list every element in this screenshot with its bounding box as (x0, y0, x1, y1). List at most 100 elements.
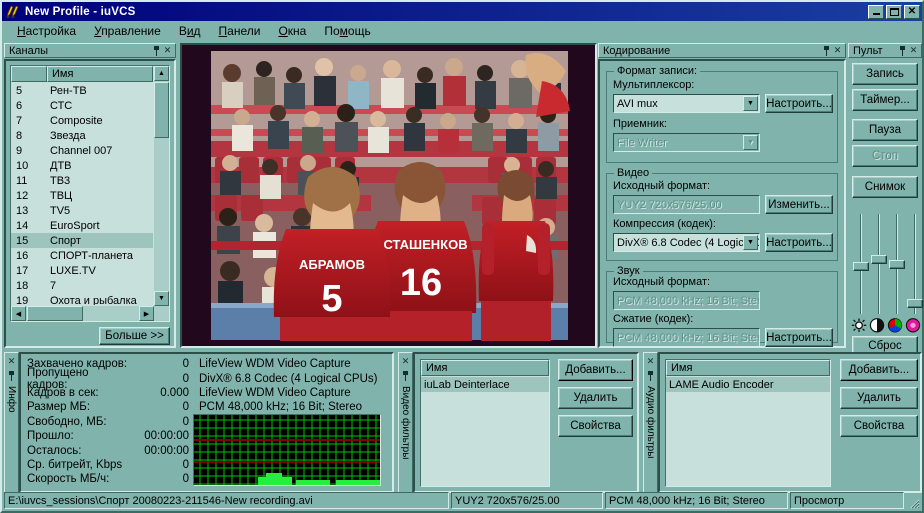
audio-filter-remove-button[interactable]: Удалить (840, 387, 918, 409)
pin-icon[interactable] (6, 370, 17, 381)
scroll-left-icon[interactable]: ◀ (11, 306, 26, 321)
sink-combo: File Writer ▼ (613, 133, 760, 152)
table-row[interactable]: 19 Охота и рыбалка (11, 293, 153, 306)
video-codec-label: Компрессия (кодек): (613, 218, 716, 230)
close-icon[interactable]: ✕ (832, 45, 843, 56)
stat-extra: PCM 48,000 kHz; 16 Bit; Stereo (199, 401, 362, 414)
menu-pomosch[interactable]: Помощь (315, 22, 379, 40)
close-icon[interactable]: ✕ (6, 356, 17, 367)
video-filters-list[interactable]: Имя iuLab Deinterlace (420, 359, 550, 487)
more-button[interactable]: Больше >> (99, 327, 170, 345)
scroll-down-icon[interactable]: ▼ (154, 291, 169, 306)
list-item[interactable]: LAME Audio Encoder (666, 377, 830, 392)
table-row[interactable]: 10 ДТВ (11, 158, 153, 173)
menu-okna[interactable]: Окна (269, 22, 315, 40)
column-name[interactable]: Имя (47, 66, 153, 82)
table-row[interactable]: 13 TV5 (11, 203, 153, 218)
pause-button[interactable]: Пауза (852, 119, 918, 141)
encoding-panel-title: Кодирование (603, 44, 671, 57)
table-row[interactable]: 8 Звезда (11, 128, 153, 143)
close-button[interactable]: ✕ (904, 4, 920, 19)
channels-scroll-thumb[interactable] (154, 82, 169, 138)
info-panel: Захвачено кадров: 0 LifeView WDM Video Cap… (19, 352, 394, 493)
channels-hscrollbar[interactable]: ◀ ▶ (11, 306, 169, 321)
audio-codec-setup-button[interactable]: Настроить... (765, 328, 833, 347)
list-item[interactable]: iuLab Deinterlace (421, 377, 549, 392)
pin-icon[interactable] (821, 45, 832, 56)
chevron-down-icon[interactable]: ▼ (743, 96, 758, 111)
snapshot-button[interactable]: Снимок (852, 176, 918, 198)
info-panel-tab[interactable]: ✕ Инфо (4, 352, 19, 493)
table-row[interactable]: 9 Channel 007 (11, 143, 153, 158)
channels-list[interactable]: Имя 5 Рен-ТВ 6 СТС 7 Composite 8 Звезда 9 Channel… (10, 65, 170, 322)
slider-thumb[interactable] (871, 255, 887, 264)
table-row[interactable]: 6 СТС (11, 98, 153, 113)
pin-icon[interactable] (151, 45, 162, 56)
close-icon[interactable]: ✕ (645, 356, 656, 367)
stat-row: Размер МБ: 0 PCM 48,000 kHz; 16 Bit; Stere… (27, 400, 389, 414)
menu-upravlenie[interactable]: Управление (85, 22, 170, 40)
contrast-slider[interactable] (871, 214, 887, 314)
slider-thumb[interactable] (907, 299, 923, 308)
audio-filter-add-button[interactable]: Добавить... (840, 359, 918, 381)
channel-name: ТВ3 (50, 174, 71, 187)
menu-paneli[interactable]: Панели (210, 22, 270, 40)
table-row[interactable]: 17 LUXE.TV (11, 263, 153, 278)
brightness-slider[interactable] (853, 214, 869, 314)
table-row[interactable]: 7 Composite (11, 113, 153, 128)
table-row[interactable]: 15 Спорт (11, 233, 153, 248)
slider-thumb[interactable] (889, 260, 905, 269)
slider-thumb[interactable] (853, 262, 869, 271)
live-video-preview[interactable]: АСТАШЕНКОВ 16 АБРАМОВ 5 (180, 43, 597, 348)
column-name[interactable]: Имя (666, 360, 830, 376)
table-row[interactable]: 18 7 (11, 278, 153, 293)
table-row[interactable]: 12 ТВЦ (11, 188, 153, 203)
table-row[interactable]: 11 ТВ3 (11, 173, 153, 188)
table-row[interactable]: 16 СПОРТ-планета (11, 248, 153, 263)
video-codec-combo[interactable]: DivX® 6.8 Codec (4 Logical CPUs) ▼ (613, 233, 760, 252)
resize-grip[interactable] (906, 492, 920, 509)
stat-row: Кадров в сек: 0.000 LifeView WDM Video Cap… (27, 386, 389, 400)
list-item-label: LAME Audio Encoder (669, 378, 774, 391)
video-filter-remove-button[interactable]: Удалить (558, 387, 633, 409)
status-mode: Просмотр (790, 492, 904, 509)
video-filter-props-button[interactable]: Свойства (558, 415, 633, 437)
pin-icon[interactable] (400, 370, 411, 381)
menu-bar: Настройка Управление Вид Панели Окна Пом… (2, 21, 922, 41)
audio-filters-panel-tab[interactable]: ✕ Аудио фильтры (643, 352, 658, 493)
video-filters-panel-tab[interactable]: ✕ Видео фильтры (398, 352, 413, 493)
channels-hscroll-thumb[interactable] (27, 306, 83, 321)
close-icon[interactable]: ✕ (162, 45, 173, 56)
channels-vscrollbar[interactable]: ▲ ▼ (154, 66, 169, 306)
video-change-button[interactable]: Изменить... (765, 195, 833, 214)
chevron-down-icon[interactable]: ▼ (743, 235, 758, 250)
close-icon[interactable]: ✕ (908, 45, 919, 56)
column-number[interactable] (11, 66, 47, 82)
audio-filter-props-button[interactable]: Свойства (840, 415, 918, 437)
maximize-button[interactable] (886, 4, 902, 19)
minimize-button[interactable] (868, 4, 884, 19)
video-codec-setup-button[interactable]: Настроить... (765, 233, 833, 252)
video-filter-add-button[interactable]: Добавить... (558, 359, 633, 381)
menu-nastroyka[interactable]: Настройка (8, 22, 85, 40)
close-icon[interactable]: ✕ (400, 356, 411, 367)
multiplexer-combo[interactable]: AVI mux ▼ (613, 94, 760, 113)
multiplexer-setup-button[interactable]: Настроить... (765, 94, 833, 113)
audio-filters-list[interactable]: Имя LAME Audio Encoder (665, 359, 831, 487)
pin-icon[interactable] (897, 45, 908, 56)
channel-number: 17 (16, 264, 29, 277)
channel-number: 13 (16, 204, 29, 217)
column-name[interactable]: Имя (421, 360, 549, 376)
hue-slider[interactable] (889, 214, 905, 314)
pin-icon[interactable] (645, 370, 656, 381)
menu-vid[interactable]: Вид (170, 22, 210, 40)
svg-text:АСТАШЕНКОВ: АСТАШЕНКОВ (374, 237, 467, 252)
table-row[interactable]: 5 Рен-ТВ (11, 83, 153, 98)
timer-button[interactable]: Таймер... (852, 89, 918, 111)
saturation-slider[interactable] (907, 214, 923, 314)
table-row[interactable]: 14 EuroSport (11, 218, 153, 233)
scroll-up-icon[interactable]: ▲ (154, 66, 169, 81)
scroll-right-icon[interactable]: ▶ (139, 306, 154, 321)
channel-name: СПОРТ-планета (50, 249, 133, 262)
record-button[interactable]: Запись (852, 63, 918, 85)
